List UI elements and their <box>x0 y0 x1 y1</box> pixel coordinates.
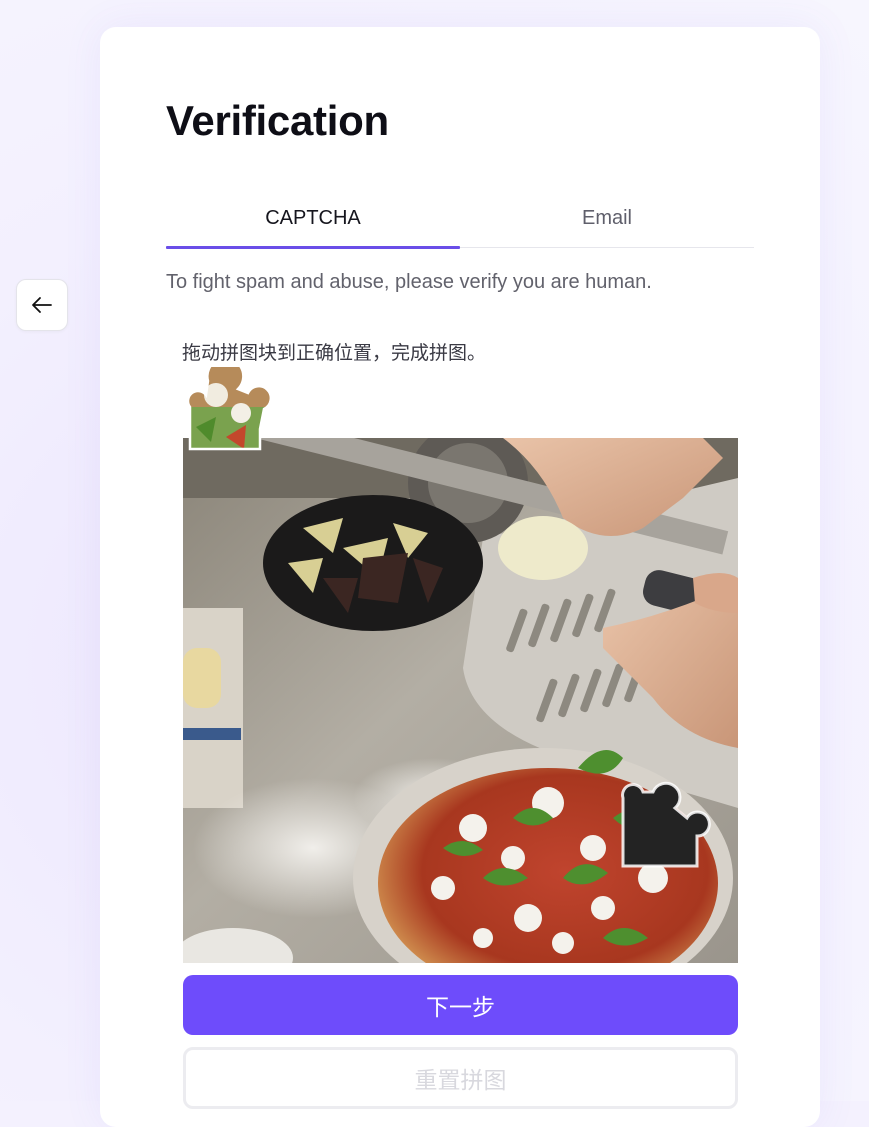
captcha-image <box>183 438 738 963</box>
verification-card: Verification CAPTCHA Email To fight spam… <box>100 27 820 1127</box>
tab-bar: CAPTCHA Email <box>166 199 754 249</box>
reset-puzzle-button[interactable]: 重置拼图 <box>183 1047 738 1109</box>
back-button[interactable] <box>16 279 68 331</box>
next-step-button[interactable]: 下一步 <box>183 975 738 1035</box>
tab-captcha[interactable]: CAPTCHA <box>166 199 460 249</box>
puzzle-piece-icon <box>186 356 273 451</box>
puzzle-piece-handle[interactable] <box>186 356 273 453</box>
verification-description: To fight spam and abuse, please verify y… <box>166 271 652 293</box>
arrow-left-icon <box>32 297 52 313</box>
tab-email[interactable]: Email <box>460 199 754 247</box>
captcha-instruction: 拖动拼图块到正确位置，完成拼图。 <box>182 343 487 364</box>
page-title: Verification <box>166 97 389 144</box>
